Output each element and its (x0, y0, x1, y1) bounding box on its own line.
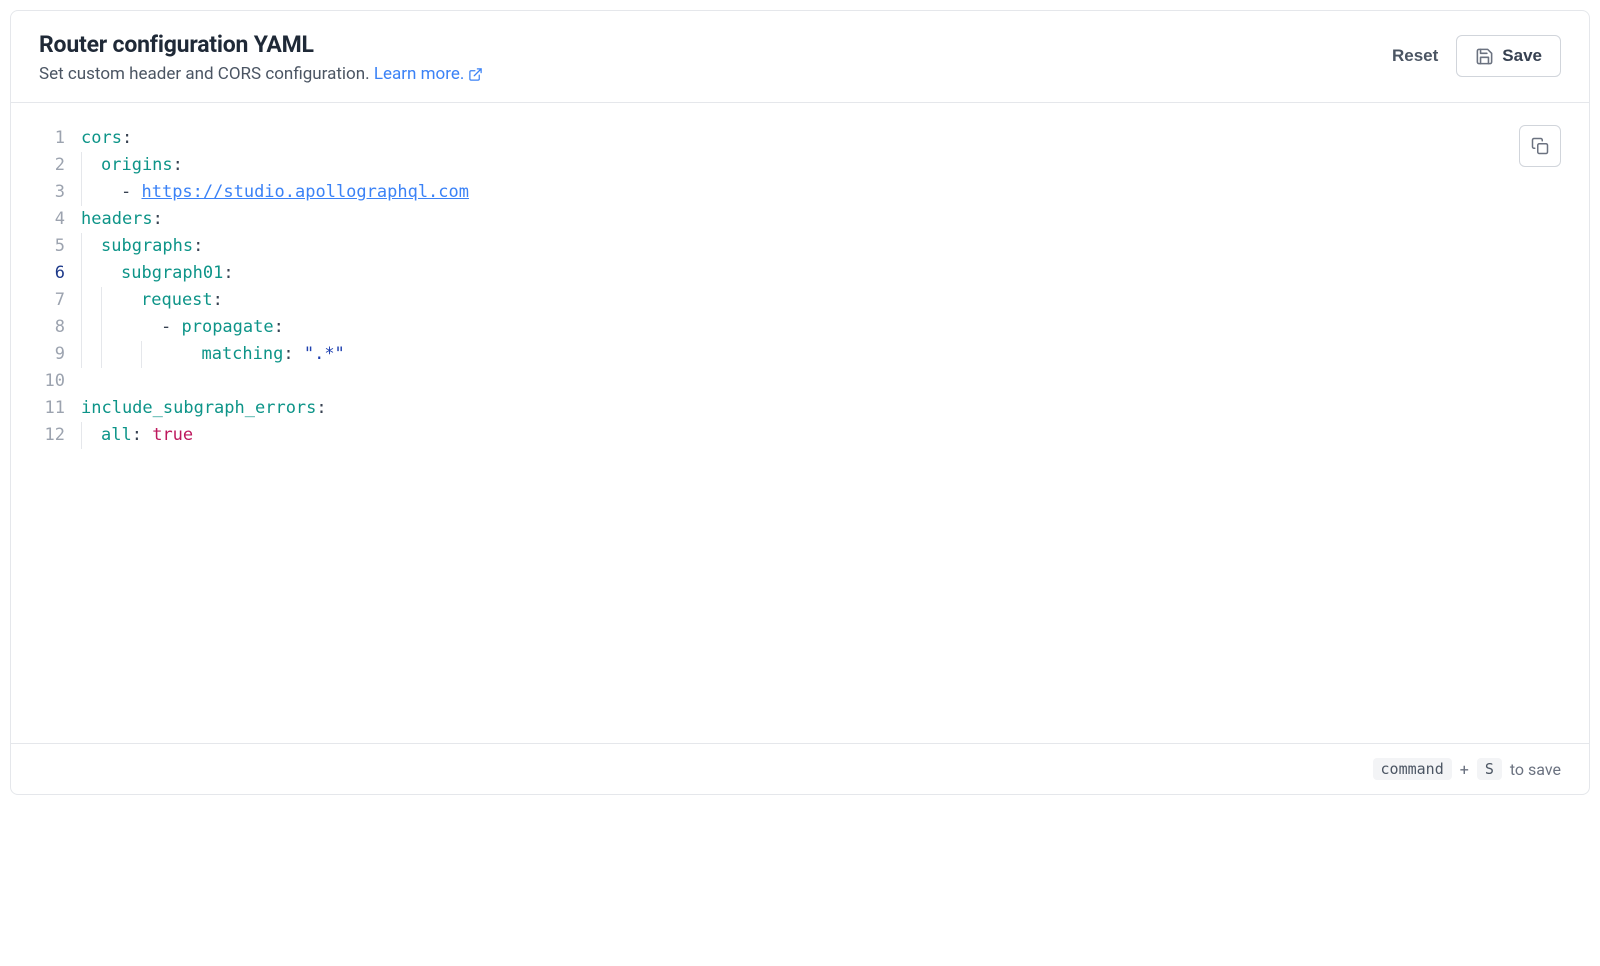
line-number: 3 (39, 179, 81, 206)
code-line[interactable]: 7 request: (39, 287, 1561, 314)
indent-guides (81, 422, 101, 449)
code-content[interactable]: - https://studio.apollographql.com (121, 179, 469, 206)
code-line[interactable]: 2 origins: (39, 152, 1561, 179)
copy-icon (1531, 137, 1549, 155)
shortcut-suffix: to save (1510, 760, 1561, 779)
code-content[interactable]: request: (141, 287, 223, 314)
code-line[interactable]: 10 (39, 368, 1561, 395)
code-line[interactable]: 4headers: (39, 206, 1561, 233)
code-content[interactable]: - propagate: (161, 314, 284, 341)
indent-guides (81, 260, 121, 287)
code-content[interactable]: subgraphs: (101, 233, 203, 260)
save-icon (1475, 47, 1494, 66)
line-number: 4 (39, 206, 81, 233)
code-line[interactable]: 3 - https://studio.apollographql.com (39, 179, 1561, 206)
code-line[interactable]: 5 subgraphs: (39, 233, 1561, 260)
line-number: 8 (39, 314, 81, 341)
code-line[interactable]: 1cors: (39, 125, 1561, 152)
learn-more-link[interactable]: Learn more. (374, 64, 484, 84)
code-line[interactable]: 8 - propagate: (39, 314, 1561, 341)
indent-guides (81, 287, 141, 314)
save-button[interactable]: Save (1456, 35, 1561, 77)
panel-header: Router configuration YAML Set custom hea… (11, 11, 1589, 103)
line-number: 1 (39, 125, 81, 152)
shortcut-plus: + (1460, 760, 1469, 779)
panel-subtitle: Set custom header and CORS configuration… (39, 64, 483, 84)
config-panel: Router configuration YAML Set custom hea… (10, 10, 1590, 795)
indent-guides (81, 152, 101, 179)
line-number: 6 (39, 260, 81, 287)
header-text-block: Router configuration YAML Set custom hea… (39, 31, 483, 84)
line-number: 9 (39, 341, 81, 368)
line-number: 10 (39, 368, 81, 395)
subtitle-text: Set custom header and CORS configuration… (39, 64, 370, 84)
panel-footer: command + S to save (11, 743, 1589, 794)
copy-button[interactable] (1519, 125, 1561, 167)
reset-button[interactable]: Reset (1392, 46, 1438, 66)
indent-guides (81, 341, 181, 368)
code-content[interactable]: origins: (101, 152, 183, 179)
header-actions: Reset Save (1392, 31, 1561, 77)
save-label: Save (1502, 46, 1542, 66)
shortcut-key-s: S (1477, 758, 1502, 780)
indent-guides (81, 314, 161, 341)
indent-guides (81, 233, 101, 260)
code-editor[interactable]: 1cors:2 origins: 3 - https://studio.apollog… (39, 125, 1561, 449)
code-content[interactable]: include_subgraph_errors: (81, 395, 327, 422)
code-content[interactable]: all: true (101, 422, 193, 449)
line-number: 7 (39, 287, 81, 314)
panel-title: Router configuration YAML (39, 31, 483, 58)
code-content[interactable]: cors: (81, 125, 132, 152)
shortcut-key-command: command (1373, 758, 1452, 780)
code-content[interactable]: subgraph01: (121, 260, 234, 287)
editor-area[interactable]: 1cors:2 origins: 3 - https://studio.apollog… (11, 103, 1589, 743)
code-line[interactable]: 9 matching: ".*" (39, 341, 1561, 368)
code-content[interactable]: headers: (81, 206, 163, 233)
indent-guides (81, 179, 121, 206)
learn-more-label: Learn more. (374, 64, 465, 84)
line-number: 11 (39, 395, 81, 422)
code-line[interactable]: 11include_subgraph_errors: (39, 395, 1561, 422)
line-number: 5 (39, 233, 81, 260)
code-line[interactable]: 6 subgraph01: (39, 260, 1561, 287)
code-line[interactable]: 12 all: true (39, 422, 1561, 449)
line-number: 12 (39, 422, 81, 449)
code-content[interactable]: matching: ".*" (181, 341, 345, 368)
line-number: 2 (39, 152, 81, 179)
external-link-icon (468, 67, 483, 82)
